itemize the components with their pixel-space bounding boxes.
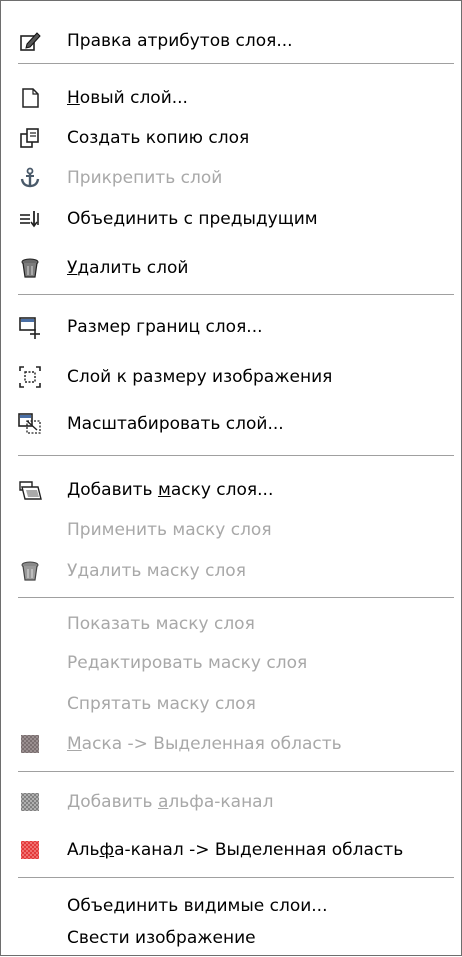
trash-icon <box>18 559 42 583</box>
layer-context-menu: Правка атрибутов слоя... Новый слой... С… <box>0 0 462 956</box>
menu-item-label: Свести изображение <box>67 928 256 948</box>
menu-separator <box>18 455 454 457</box>
menu-item-label: Новый слой... <box>67 88 188 108</box>
menu-item-label: Правка атрибутов слоя... <box>67 31 293 51</box>
menu-item-label: Удалить слой <box>67 258 189 278</box>
menu-item-show-layer-mask[interactable]: Показать маску слоя <box>1 605 461 643</box>
layer-boundary-size-icon <box>18 315 42 339</box>
menu-item-edit-layer-mask[interactable]: Редактировать маску слоя <box>1 644 461 682</box>
anchor-icon <box>18 166 42 190</box>
add-mask-icon <box>18 478 42 502</box>
menu-item-label: Объединить видимые слои... <box>67 896 328 916</box>
duplicate-layer-icon <box>18 126 42 150</box>
menu-item-label: Добавить маску слоя... <box>67 480 274 500</box>
mask-to-selection-icon <box>18 732 42 756</box>
menu-item-label: Применить маску слоя <box>67 520 272 540</box>
menu-item-label: Масштабировать слой... <box>67 414 284 434</box>
menu-item-label: Слой к размеру изображения <box>67 367 333 387</box>
menu-item-label: Добавить альфа-канал <box>67 792 274 812</box>
menu-item-delete-layer-mask[interactable]: Удалить маску слоя <box>1 552 461 590</box>
menu-item-apply-layer-mask[interactable]: Применить маску слоя <box>1 511 461 549</box>
menu-item-label: Альфа-канал -> Выделенная область <box>67 840 404 860</box>
menu-item-duplicate-layer[interactable]: Создать копию слоя <box>1 119 461 157</box>
menu-separator <box>18 63 454 65</box>
menu-separator <box>18 597 454 599</box>
menu-item-layer-to-image-size[interactable]: Слой к размеру изображения <box>1 358 461 396</box>
edit-layer-attributes-icon <box>18 29 42 53</box>
menu-item-mask-to-selection[interactable]: Маска -> Выделенная область <box>1 725 461 763</box>
trash-icon <box>18 256 42 280</box>
layer-to-image-size-icon <box>18 365 42 389</box>
merge-down-icon <box>18 207 42 231</box>
menu-separator <box>18 877 454 879</box>
menu-item-label: Размер границ слоя... <box>67 317 263 337</box>
menu-item-flatten-image[interactable]: Свести изображение <box>1 919 461 957</box>
menu-item-merge-down[interactable]: Объединить с предыдущим <box>1 200 461 238</box>
menu-item-label: Создать копию слоя <box>67 128 250 148</box>
menu-item-label: Маска -> Выделенная область <box>67 734 342 754</box>
add-alpha-icon <box>18 790 42 814</box>
menu-separator <box>18 771 454 773</box>
menu-item-anchor-layer[interactable]: Прикрепить слой <box>1 159 461 197</box>
menu-item-label: Спрятать маску слоя <box>67 694 256 714</box>
menu-item-add-alpha-channel[interactable]: Добавить альфа-канал <box>1 783 461 821</box>
menu-item-label: Показать маску слоя <box>67 614 255 634</box>
menu-item-scale-layer[interactable]: Масштабировать слой... <box>1 405 461 443</box>
menu-item-label: Удалить маску слоя <box>67 561 246 581</box>
new-layer-icon <box>18 86 42 110</box>
menu-item-label: Объединить с предыдущим <box>67 209 318 229</box>
menu-item-alpha-to-selection[interactable]: Альфа-канал -> Выделенная область <box>1 831 461 869</box>
menu-item-new-layer[interactable]: Новый слой... <box>1 79 461 117</box>
scale-layer-icon <box>18 412 42 436</box>
menu-item-add-layer-mask[interactable]: Добавить маску слоя... <box>1 471 461 509</box>
menu-item-label: Прикрепить слой <box>67 168 223 188</box>
menu-item-label: Редактировать маску слоя <box>67 653 308 673</box>
menu-item-layer-boundary-size[interactable]: Размер границ слоя... <box>1 308 461 346</box>
menu-item-disable-layer-mask[interactable]: Спрятать маску слоя <box>1 685 461 723</box>
menu-item-edit-layer-attributes[interactable]: Правка атрибутов слоя... <box>1 22 461 60</box>
menu-item-delete-layer[interactable]: Удалить слой <box>1 249 461 287</box>
alpha-to-selection-icon <box>18 838 42 862</box>
menu-separator <box>18 294 454 296</box>
